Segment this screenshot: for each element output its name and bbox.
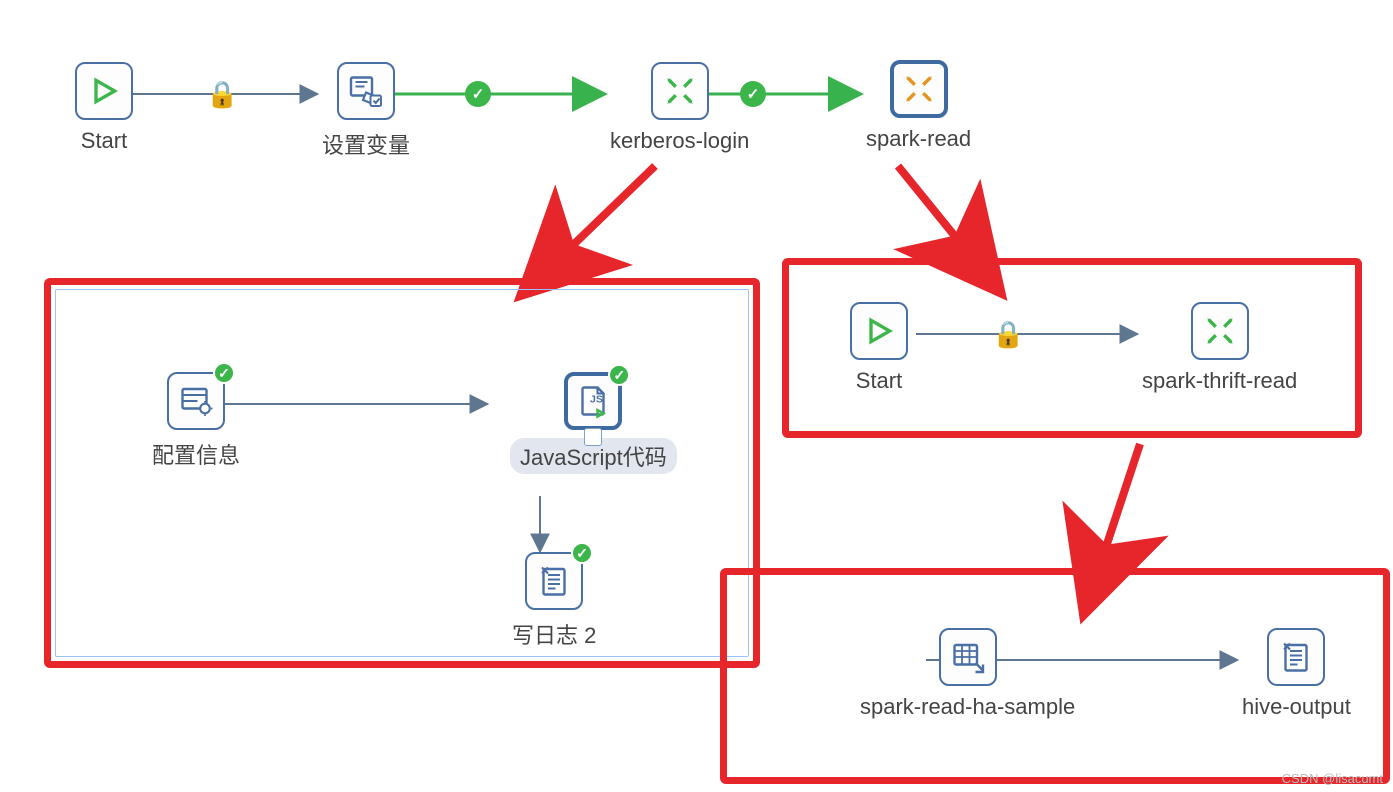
node-spark-thrift-read[interactable]: spark-thrift-read (1142, 302, 1297, 394)
node-label: 设置变量 (322, 128, 410, 160)
node-label: Start (856, 368, 902, 394)
formula-check-icon (348, 73, 384, 109)
node-label: spark-read-ha-sample (860, 694, 1075, 720)
table-out-icon (950, 639, 986, 675)
output-port[interactable] (584, 428, 602, 446)
node-start[interactable]: Start (75, 62, 133, 154)
merge-in-icon (1203, 314, 1237, 348)
node-javascript[interactable]: JS JavaScript代码 (510, 372, 677, 474)
node-label: hive-output (1242, 694, 1351, 720)
play-icon (863, 315, 895, 347)
success-badge (213, 362, 235, 384)
node-set-variable[interactable]: 设置变量 (322, 62, 410, 160)
node-spark-read-ha-sample[interactable]: spark-read-ha-sample (860, 628, 1075, 720)
node-label: kerberos-login (610, 128, 749, 154)
script-icon: JS (575, 383, 611, 419)
success-badge (571, 542, 593, 564)
svg-text:✓: ✓ (472, 86, 485, 103)
node-config-info[interactable]: 配置信息 (152, 372, 240, 470)
merge-out-icon (902, 72, 936, 106)
node-spark-read[interactable]: spark-read (866, 60, 971, 152)
node-start-2[interactable]: Start (850, 302, 908, 394)
node-label: Start (81, 128, 127, 154)
success-badge (608, 364, 630, 386)
log-icon (1278, 639, 1314, 675)
node-hive-output[interactable]: hive-output (1242, 628, 1351, 720)
play-icon (88, 75, 120, 107)
svg-text:JS: JS (590, 394, 603, 406)
node-write-log[interactable]: 写日志 2 (512, 552, 596, 650)
diagram-canvas: 🔒 ✓ ✓ 🔒 Start 设置变量 kerberos-login (0, 0, 1393, 792)
svg-text:🔒: 🔒 (206, 79, 238, 109)
merge-in-icon (663, 74, 697, 108)
node-label: 配置信息 (152, 438, 240, 470)
node-label: 写日志 2 (512, 618, 596, 650)
config-icon (178, 383, 214, 419)
node-label: spark-read (866, 126, 971, 152)
watermark: CSDN @lisacumt (1282, 771, 1383, 786)
node-kerberos-login[interactable]: kerberos-login (610, 62, 749, 154)
log-icon (536, 563, 572, 599)
node-label: spark-thrift-read (1142, 368, 1297, 394)
